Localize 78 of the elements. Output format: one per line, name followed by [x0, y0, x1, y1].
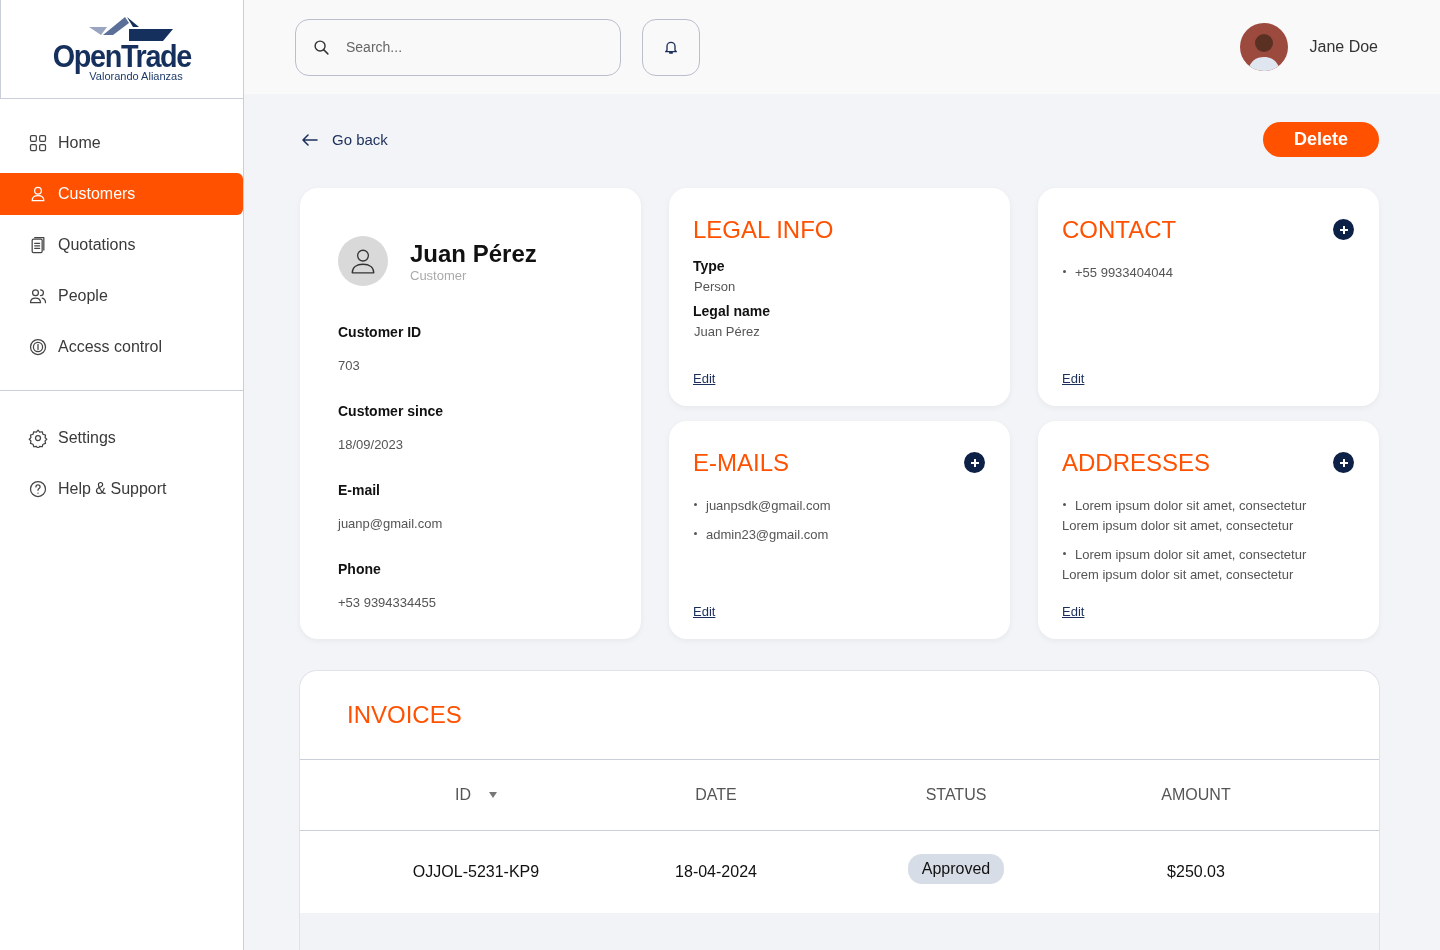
add-button[interactable]: [964, 452, 985, 473]
field-label: Phone: [338, 561, 382, 577]
sidebar-item-label: People: [58, 287, 108, 305]
sidebar-item-label: Quotations: [58, 236, 136, 254]
search-icon: [313, 38, 330, 56]
sort-caret-icon: [489, 792, 497, 798]
bullet-icon: [694, 531, 697, 535]
search-field[interactable]: Search...: [295, 18, 621, 76]
field-label: E-mail: [338, 482, 381, 498]
list-item-text: Lorem ipsum dolor sit amet, consectetur: [1062, 567, 1294, 582]
sidebar-item-label: Home: [58, 134, 101, 152]
field-value: Person: [694, 279, 737, 294]
list-item-text: admin23@gmail.com: [706, 527, 829, 542]
column-header[interactable]: DATE: [695, 786, 737, 804]
column-header[interactable]: ID: [455, 786, 497, 804]
bullet-icon: [694, 502, 697, 506]
status-badge: Approved: [907, 854, 1005, 884]
edit-link[interactable]: Edit: [1062, 604, 1085, 619]
table-cell-text: OJJOL-5231-KP9: [411, 863, 541, 881]
field-label: Customer since: [338, 403, 445, 419]
list-item-text: Lorem ipsum dolor sit amet, consectetur: [1075, 498, 1307, 513]
bullet-icon: [1063, 269, 1066, 273]
sidebar-item[interactable]: People: [0, 275, 243, 317]
field-label: Customer ID: [338, 324, 423, 340]
logo-tagline: Valorando Alianzas: [89, 70, 183, 82]
add-button[interactable]: [1333, 452, 1354, 473]
column-header[interactable]: AMOUNT: [1161, 786, 1231, 804]
user-name: Jane Doe: [1309, 38, 1378, 56]
arrow-left-icon: [302, 133, 318, 146]
list-item-text: Lorem ipsum dolor sit amet, consectetur: [1075, 547, 1307, 562]
card-title: ADDRESSES: [1062, 449, 1211, 477]
user-avatar[interactable]: [1239, 23, 1288, 71]
edit-link[interactable]: Edit: [693, 371, 716, 386]
card-title: LEGAL INFO: [693, 216, 834, 244]
edit-link[interactable]: Edit: [1062, 371, 1085, 386]
customer-name: Juan Pérez: [410, 239, 537, 268]
grid-icon: [28, 133, 48, 153]
plus-icon: [1338, 457, 1349, 468]
help-icon: [28, 479, 48, 499]
column-header[interactable]: STATUS: [925, 786, 987, 804]
bell-icon: [663, 39, 679, 55]
bullet-icon: [1063, 551, 1066, 555]
bullet-icon: [1063, 502, 1066, 506]
roof-icon: [89, 16, 173, 41]
back-link[interactable]: Go back: [300, 131, 388, 148]
field-label: Legal name: [693, 303, 772, 319]
customer-avatar: [338, 236, 388, 286]
list-item-text: juanpsdk@gmail.com: [706, 498, 831, 513]
field-label: Type: [693, 258, 726, 274]
edit-link[interactable]: Edit: [693, 604, 716, 619]
card-title: CONTACT: [1062, 216, 1177, 244]
field-value: 703: [338, 358, 361, 373]
customer-role: Customer: [410, 267, 468, 283]
fingerprint-icon: [28, 337, 48, 357]
field-value: juanp@gmail.com: [338, 516, 444, 531]
back-link-label: Go back: [332, 131, 388, 148]
add-button[interactable]: [1333, 219, 1354, 240]
sidebar-item-label: Help & Support: [58, 480, 167, 498]
list-item-text: +55 9933404044: [1075, 265, 1173, 280]
table-cell-text: $250.03: [1166, 863, 1226, 881]
sidebar-item-label: Customers: [58, 185, 136, 203]
sidebar-item-label: Settings: [58, 429, 116, 447]
list-item-text: Lorem ipsum dolor sit amet, consectetur: [1062, 518, 1294, 533]
sidebar-item[interactable]: Home: [0, 122, 243, 164]
settings-icon: [28, 428, 48, 448]
card-title: E-MAILS: [693, 449, 790, 477]
plus-icon: [1338, 224, 1349, 235]
plus-icon: [969, 457, 980, 468]
field-value: +53 9394334455: [338, 595, 437, 610]
field-value: Juan Pérez: [694, 324, 761, 339]
table-cell-text: 18-04-2024: [674, 863, 758, 881]
field-value: 18/09/2023: [338, 437, 405, 452]
users-icon: [28, 286, 48, 306]
sidebar-item[interactable]: Quotations: [0, 224, 243, 266]
sidebar-item[interactable]: Settings: [0, 417, 243, 459]
sidebar-item-label: Access control: [58, 338, 163, 356]
sidebar-item[interactable]: Help & Support: [0, 468, 243, 510]
sidebar-item[interactable]: Access control: [0, 326, 243, 368]
